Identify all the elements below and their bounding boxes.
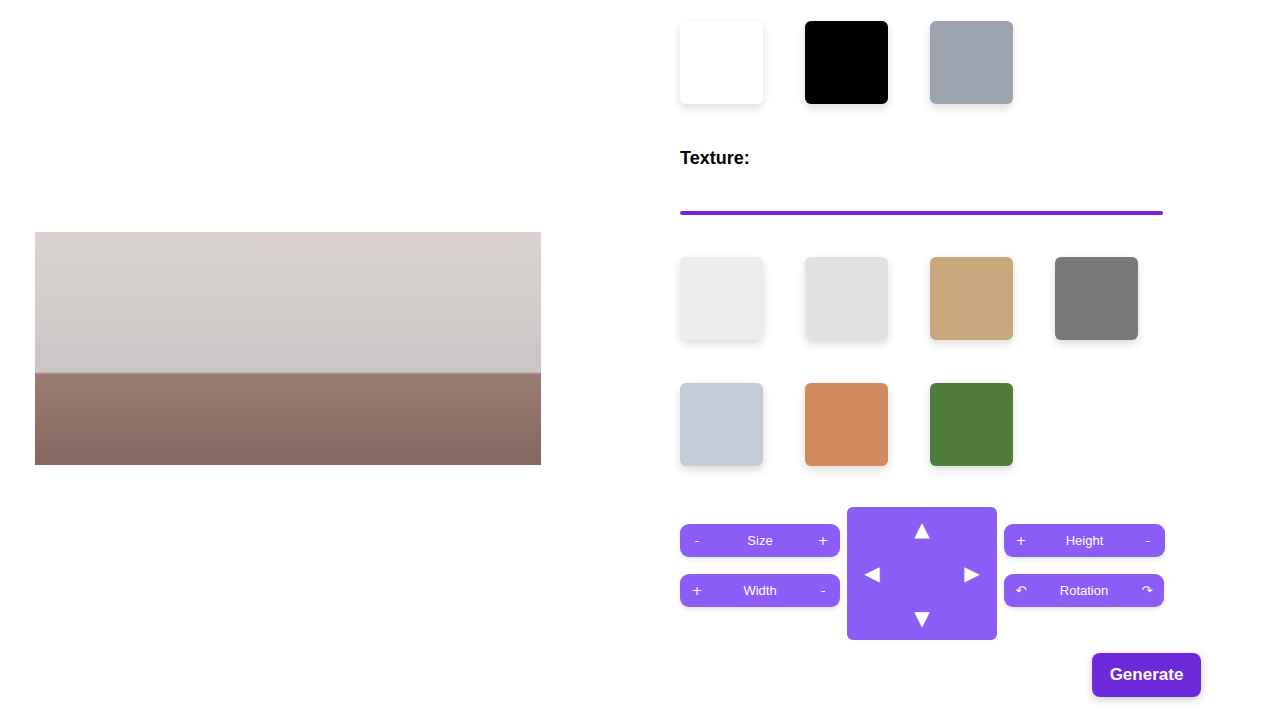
height-control-right-button[interactable]: - <box>1131 527 1165 554</box>
rotation-control-label: Rotation <box>1060 583 1108 598</box>
left-button[interactable]: ◀ <box>862 559 881 587</box>
texture-swatch[interactable] <box>680 257 763 340</box>
preview-pane <box>0 0 541 696</box>
direction-pad: ▲ ◀ ▶ ▼ <box>847 507 997 640</box>
texture-swatch[interactable] <box>930 383 1013 466</box>
generate-row: Generate <box>680 653 1201 697</box>
rotation-control: ↶ Rotation ↷ <box>1004 574 1164 607</box>
color-swatch[interactable] <box>680 21 763 104</box>
color-swatches <box>680 21 1165 104</box>
down-button[interactable]: ▼ <box>912 604 931 632</box>
rotation-control-right-button[interactable]: ↷ <box>1130 577 1164 604</box>
size-control-left-button[interactable]: - <box>680 527 714 554</box>
up-button[interactable]: ▲ <box>912 515 931 543</box>
texture-grid <box>680 257 1165 466</box>
texture-swatch[interactable] <box>805 383 888 466</box>
generate-button[interactable]: Generate <box>1092 653 1201 697</box>
height-control: + Height - <box>1004 524 1165 557</box>
rotation-control-left-button[interactable]: ↶ <box>1004 577 1038 604</box>
controls: - Size + + Width - ▲ ◀ ▶ ▼ + Height - ↶ Rotation ↷ <box>680 507 1165 640</box>
texture-swatch[interactable] <box>805 257 888 340</box>
width-control-right-button[interactable]: - <box>806 577 840 604</box>
height-control-left-button[interactable]: + <box>1004 527 1038 554</box>
height-control-label: Height <box>1066 533 1104 548</box>
options-panel: Texture: - Size + + Width - ▲ ◀ ▶ ▼ + Height - ↶ Rotati… <box>680 0 1165 720</box>
texture-swatch[interactable] <box>1055 257 1138 340</box>
texture-swatch[interactable] <box>680 383 763 466</box>
right-button[interactable]: ▶ <box>962 559 981 587</box>
size-control-right-button[interactable]: + <box>806 527 840 554</box>
page: Texture: - Size + + Width - ▲ ◀ ▶ ▼ + Height - ↶ Rotati… <box>0 0 1280 720</box>
width-control: + Width - <box>680 574 840 607</box>
size-control-label: Size <box>747 533 772 548</box>
texture-swatch[interactable] <box>930 257 1013 340</box>
size-control: - Size + <box>680 524 840 557</box>
color-swatch[interactable] <box>930 21 1013 104</box>
texture-label: Texture: <box>680 146 1165 170</box>
room-photo <box>35 232 541 465</box>
width-control-label: Width <box>743 583 776 598</box>
right-controls: + Height - ↶ Rotation ↷ <box>1004 507 1165 607</box>
width-control-left-button[interactable]: + <box>680 577 714 604</box>
color-swatch[interactable] <box>805 21 888 104</box>
divider <box>680 211 1163 215</box>
left-controls: - Size + + Width - <box>680 507 840 607</box>
